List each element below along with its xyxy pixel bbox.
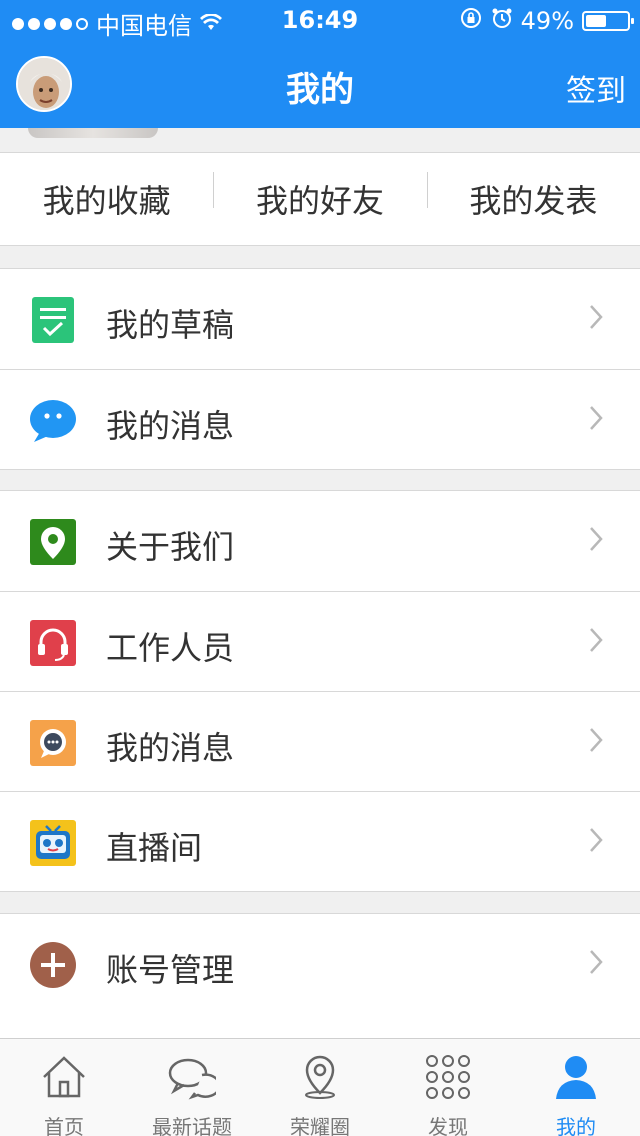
battery-icon (582, 11, 634, 31)
chevron-right-icon (588, 726, 604, 754)
chat-bubbles-icon (168, 1053, 221, 1101)
status-right: 49% (459, 6, 634, 36)
favorites-link[interactable]: 我的收藏 (0, 176, 213, 222)
message-bubble-icon (30, 398, 76, 444)
menu-item-drafts[interactable]: 我的草稿 (0, 269, 640, 369)
headset-icon (30, 620, 76, 666)
rotation-lock-icon (459, 6, 483, 36)
draft-icon (30, 297, 76, 343)
tab-home[interactable]: 首页 (0, 1039, 128, 1136)
menu-item-about-us[interactable]: 关于我们 (0, 491, 640, 591)
menu-item-label: 直播间 (106, 829, 203, 867)
menu-item-staff[interactable]: 工作人员 (0, 591, 640, 691)
menu-item-label: 我的草稿 (106, 306, 235, 344)
tab-discover[interactable]: 发现 (384, 1039, 512, 1136)
posts-link[interactable]: 我的发表 (426, 172, 640, 222)
status-bar: 中国电信 16:49 49% (0, 0, 640, 40)
menu-item-messages-2[interactable]: 我的消息 (0, 691, 640, 791)
menu-group-1: 我的草稿 我的消息 (0, 268, 640, 470)
battery-percent: 49% (520, 7, 574, 35)
menu-item-label: 我的消息 (106, 729, 235, 767)
friends-link[interactable]: 我的好友 (213, 172, 426, 222)
tab-label: 荣耀圈 (290, 1115, 350, 1136)
profile-banner-edge (28, 128, 158, 138)
top-bar: 中国电信 16:49 49% 我的 签到 (0, 0, 640, 128)
chevron-right-icon (588, 626, 604, 654)
alarm-icon (491, 7, 513, 35)
tab-label: 发现 (428, 1115, 468, 1136)
tab-label: 最新话题 (152, 1115, 232, 1136)
menu-item-label: 账号管理 (106, 951, 235, 989)
menu-item-label: 工作人员 (106, 629, 235, 667)
tab-bar: 首页 最新话题 荣耀圈 发现 我的 (0, 1038, 640, 1136)
grid-dots-icon (424, 1053, 472, 1101)
tab-latest-topics[interactable]: 最新话题 (128, 1039, 256, 1136)
menu-item-account-management[interactable]: 账号管理 (0, 914, 640, 1014)
map-pin-icon (296, 1053, 344, 1101)
chevron-right-icon (588, 826, 604, 854)
chevron-right-icon (588, 404, 604, 432)
chevron-right-icon (588, 525, 604, 553)
chevron-right-icon (588, 303, 604, 331)
checkin-button[interactable]: 签到 (566, 66, 626, 110)
tv-robot-icon (30, 820, 76, 866)
tab-label: 首页 (44, 1115, 84, 1136)
menu-group-3: 账号管理 (0, 913, 640, 1038)
chevron-right-icon (588, 948, 604, 976)
page-title: 我的 (286, 70, 354, 110)
menu-group-2: 关于我们 工作人员 我的消息 直播间 (0, 490, 640, 892)
location-pin-icon (30, 519, 76, 565)
quick-links: 我的收藏 我的好友 我的发表 (0, 152, 640, 246)
tab-mine[interactable]: 我的 (512, 1039, 640, 1136)
menu-item-live-room[interactable]: 直播间 (0, 791, 640, 891)
tab-label: 我的 (556, 1115, 596, 1136)
plus-circle-icon (30, 942, 76, 988)
menu-item-label: 关于我们 (106, 528, 235, 566)
chat-icon (30, 720, 76, 766)
main-content: 我的收藏 我的好友 我的发表 我的草稿 我的消息 关于我们 工作人员 我的消息 … (0, 128, 640, 1038)
tab-honor-circle[interactable]: 荣耀圈 (256, 1039, 384, 1136)
menu-item-label: 我的消息 (106, 407, 235, 445)
user-icon (552, 1053, 600, 1101)
home-icon (40, 1053, 88, 1101)
menu-item-messages[interactable]: 我的消息 (0, 369, 640, 469)
